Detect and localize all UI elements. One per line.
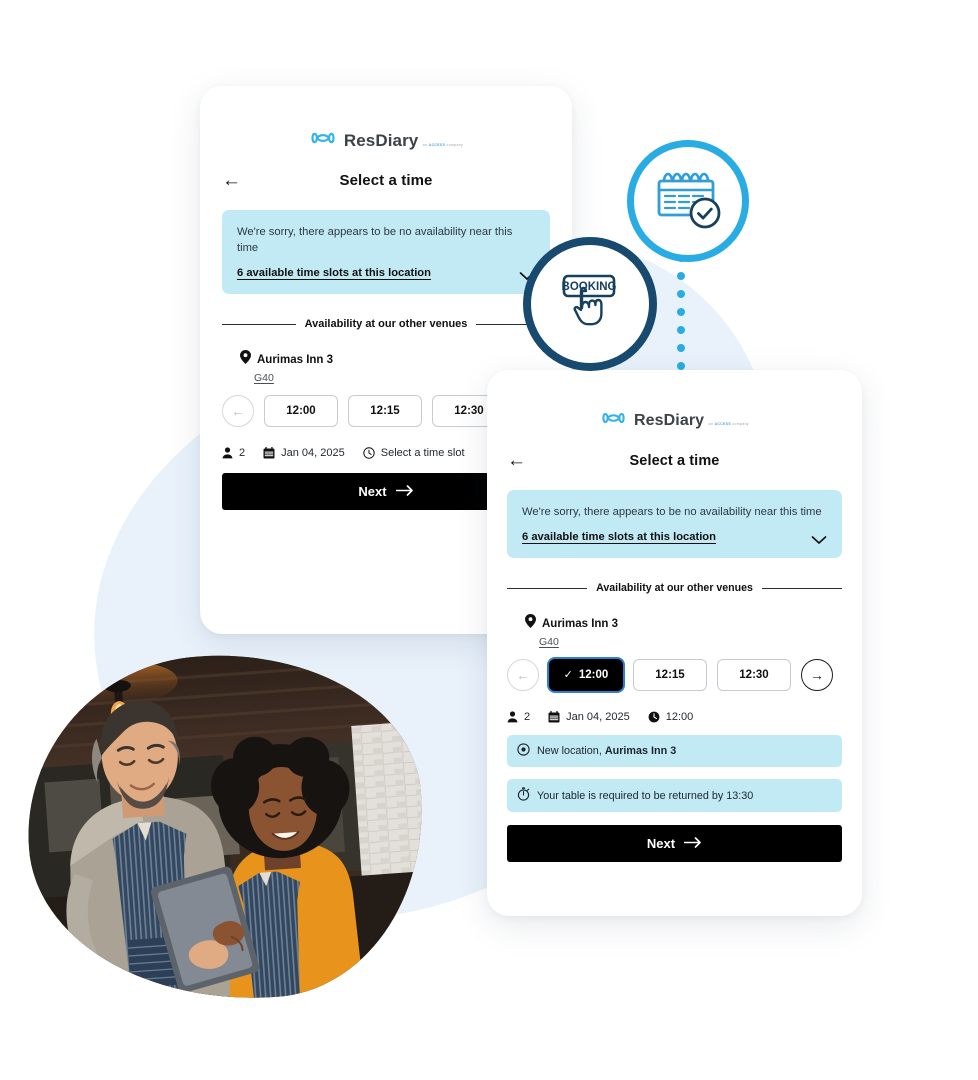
svg-text:BOOKING: BOOKING	[562, 281, 617, 293]
arrow-right-icon	[683, 836, 702, 851]
person-icon	[222, 447, 233, 459]
arrow-left-circle-icon[interactable]: ←	[507, 659, 539, 692]
table-return-text: Your table is required to be returned by…	[537, 789, 754, 802]
date-value: Jan 04, 2025	[566, 711, 630, 724]
time-slot-label: 12:00	[578, 669, 609, 682]
brand-tagline: an ACCESS company	[708, 421, 749, 426]
time-meta: 12:00	[648, 711, 694, 724]
time-slot-button[interactable]: 12:15	[633, 659, 707, 692]
venue-name: Aurimas Inn 3	[257, 353, 334, 366]
next-button-label: Next	[646, 836, 676, 852]
time-slot-button-selected[interactable]: ✓ 12:00	[549, 659, 623, 692]
divider-line-right	[761, 587, 843, 589]
time-slot-button[interactable]: 12:15	[348, 395, 422, 428]
next-button-label: Next	[358, 484, 387, 500]
arrow-left-icon[interactable]: ←	[222, 171, 248, 190]
arrow-left-icon[interactable]: ←	[507, 451, 533, 470]
arrow-right-circle-icon[interactable]: →	[801, 659, 833, 692]
time-slot-button[interactable]: 12:30	[717, 659, 791, 692]
booking-meta-row: 2 Jan 04, 2025 12:00	[507, 711, 842, 723]
person-icon	[507, 711, 518, 723]
calendar-icon	[263, 447, 275, 459]
card-header: ← Select a time	[222, 171, 550, 190]
resdiary-bowtie-logo-icon	[309, 130, 337, 151]
arrow-right-icon	[395, 484, 414, 499]
no-availability-notice: We're sorry, there appears to be no avai…	[222, 210, 550, 295]
arrow-left-circle-icon[interactable]: ←	[222, 395, 254, 428]
date-meta: Jan 04, 2025	[548, 711, 630, 723]
next-button[interactable]: Next	[507, 825, 842, 863]
new-location-infobar: New location, Aurimas Inn 3	[507, 735, 842, 768]
no-availability-notice: We're sorry, there appears to be no avai…	[507, 490, 842, 559]
page-title: Select a time	[629, 452, 720, 469]
calendar-icon	[548, 711, 560, 723]
party-size-value: 2	[239, 447, 246, 460]
brand-name: ResDiary	[343, 130, 419, 150]
table-return-infobar: Your table is required to be returned by…	[507, 779, 842, 813]
new-location-text: New location, Aurimas Inn 3	[537, 745, 677, 758]
booking-button-cursor-icon: BOOKING	[552, 264, 628, 345]
brand-logo: ResDiary an ACCESS company	[222, 86, 550, 151]
other-venues-divider: Availability at our other venues	[222, 318, 550, 330]
divider-line-left	[507, 587, 588, 589]
location-pin-icon	[525, 614, 536, 633]
divider-label: Availability at our other venues	[304, 318, 468, 331]
divider-line-left	[222, 323, 296, 325]
booking-card-front: ResDiary an ACCESS company ← Select a ti…	[487, 370, 862, 916]
time-value: 12:00	[665, 711, 694, 724]
brand-logo: ResDiary an ACCESS company	[507, 370, 842, 431]
party-size-value: 2	[524, 711, 531, 724]
notice-message: We're sorry, there appears to be no avai…	[237, 226, 513, 255]
time-value: Select a time slot	[380, 447, 465, 460]
date-meta: Jan 04, 2025	[263, 447, 345, 459]
venue-name: Aurimas Inn 3	[542, 617, 619, 630]
brand-tagline: an ACCESS company	[422, 142, 464, 147]
available-slots-link[interactable]: 6 available time slots at this location	[237, 267, 519, 279]
clock-icon	[648, 711, 660, 723]
party-size-meta: 2	[507, 711, 530, 723]
location-pin-icon	[240, 350, 251, 369]
booking-click-badge: BOOKING	[523, 237, 657, 371]
notice-message: We're sorry, there appears to be no avai…	[522, 506, 822, 518]
time-slots-row: ← ✓ 12:00 12:15 12:30 →	[507, 659, 842, 692]
calendar-check-badge	[627, 140, 749, 262]
page-title: Select a time	[339, 172, 433, 189]
available-slots-link[interactable]: 6 available time slots at this location	[522, 531, 811, 543]
card-header: ← Select a time	[507, 451, 842, 470]
brand-name: ResDiary	[634, 411, 705, 429]
location-target-icon	[517, 743, 530, 759]
stopwatch-icon	[517, 787, 530, 804]
venue-row: Aurimas Inn 3	[222, 350, 550, 369]
time-slot-button[interactable]: 12:00	[264, 395, 338, 428]
date-value: Jan 04, 2025	[281, 447, 345, 460]
calendar-check-icon	[653, 168, 723, 235]
time-meta: Select a time slot	[363, 447, 465, 459]
clock-icon	[363, 447, 375, 460]
chevron-down-icon[interactable]	[811, 532, 827, 545]
venue-row: Aurimas Inn 3	[507, 614, 842, 633]
party-size-meta: 2	[222, 447, 245, 459]
resdiary-bowtie-logo-icon	[600, 410, 627, 431]
other-venues-divider: Availability at our other venues	[507, 582, 843, 595]
divider-label: Availability at our other venues	[596, 582, 753, 595]
check-icon: ✓	[563, 668, 573, 681]
venue-area-link[interactable]: G40	[507, 636, 842, 648]
